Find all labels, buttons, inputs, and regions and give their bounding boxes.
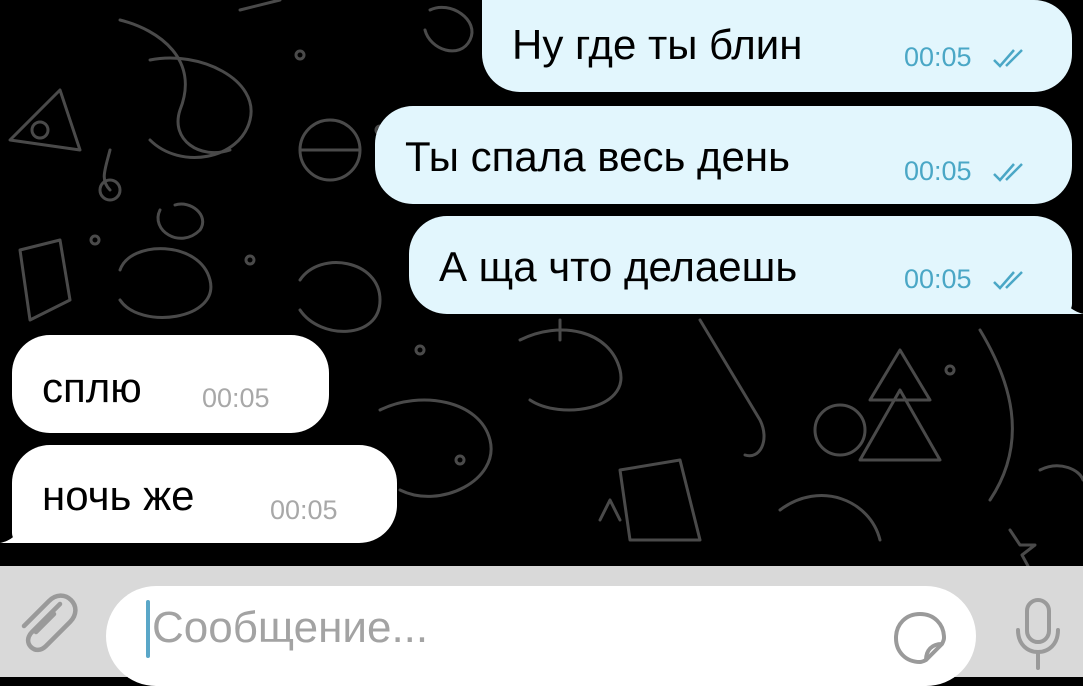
sticker-icon[interactable] bbox=[890, 608, 950, 668]
message-time: 00:05 bbox=[904, 156, 972, 186]
message-text: Ну где ты блин bbox=[512, 21, 803, 68]
incoming-message[interactable]: ночь же 00:05 bbox=[12, 445, 397, 543]
incoming-bubble-tail bbox=[0, 523, 24, 543]
message-text: сплю bbox=[42, 364, 142, 411]
incoming-message[interactable]: сплю 00:05 bbox=[12, 335, 329, 433]
message-input-placeholder: Сообщение... bbox=[152, 603, 429, 652]
message-time: 00:05 bbox=[904, 264, 972, 294]
double-check-icon bbox=[993, 163, 1023, 182]
chat-area[interactable]: Ну где ты блин 00:05 Ты спала весь день … bbox=[0, 0, 1083, 566]
text-cursor bbox=[146, 600, 150, 658]
double-check-icon bbox=[993, 49, 1023, 68]
message-time: 00:05 bbox=[202, 383, 270, 413]
outgoing-bubble-tail bbox=[1060, 294, 1083, 314]
message-text: Ты спала весь день bbox=[405, 133, 790, 180]
message-time: 00:05 bbox=[270, 495, 338, 525]
message-time: 00:05 bbox=[904, 42, 972, 72]
message-text: ночь же bbox=[42, 472, 195, 519]
outgoing-message[interactable]: Ну где ты блин 00:05 bbox=[482, 0, 1072, 92]
microphone-icon[interactable] bbox=[1013, 596, 1063, 676]
message-text: А ща что делаешь bbox=[439, 243, 798, 290]
paperclip-icon[interactable] bbox=[10, 590, 80, 660]
outgoing-message[interactable]: Ты спала весь день 00:05 bbox=[375, 106, 1072, 204]
outgoing-message[interactable]: А ща что делаешь 00:05 bbox=[409, 216, 1072, 314]
double-check-icon bbox=[993, 271, 1023, 290]
